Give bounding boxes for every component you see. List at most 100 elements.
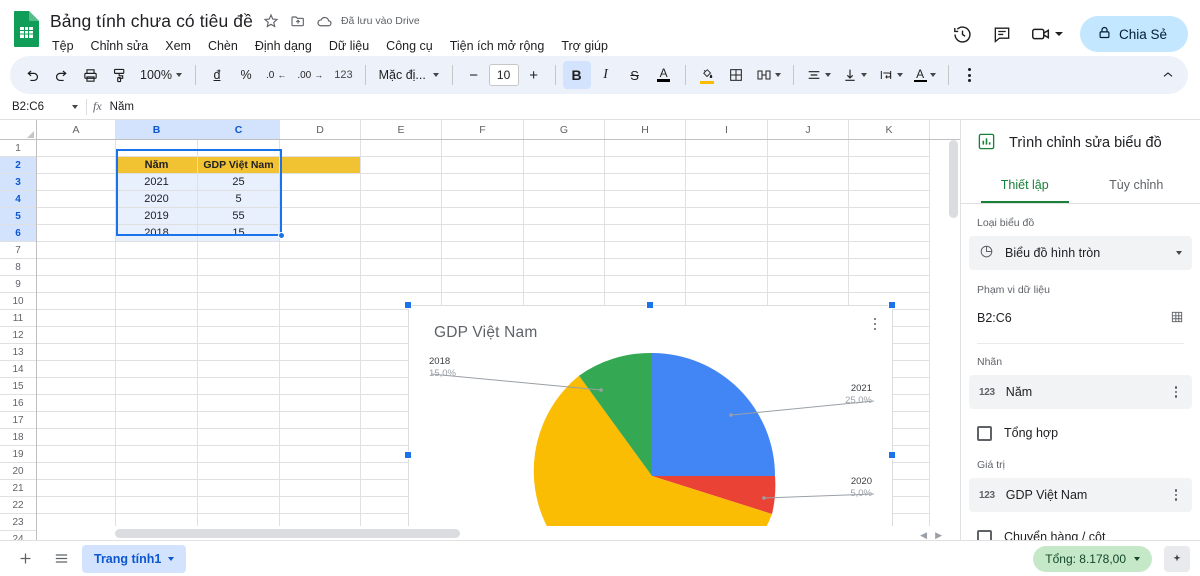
row-header-11[interactable]: 11 — [0, 310, 36, 327]
chart-handle-nw[interactable] — [404, 301, 412, 309]
cell-d14[interactable] — [280, 361, 361, 378]
row-header-9[interactable]: 9 — [0, 276, 36, 293]
menu-item-help[interactable]: Trợ giúp — [559, 38, 610, 54]
cell-d3[interactable] — [280, 174, 361, 191]
formula-input[interactable]: Năm — [110, 101, 1200, 113]
cell-k4[interactable] — [849, 191, 930, 208]
cell-c22[interactable] — [198, 497, 280, 514]
cell-c18[interactable] — [198, 429, 280, 446]
strikethrough-button[interactable]: S — [621, 61, 649, 89]
cell-c5[interactable]: 55 — [198, 208, 280, 225]
cell-b22[interactable] — [116, 497, 198, 514]
cell-j8[interactable] — [768, 259, 849, 276]
cell-a16[interactable] — [37, 395, 116, 412]
scroll-arrows[interactable]: ◀ ▶ — [920, 530, 942, 540]
cell-b20[interactable] — [116, 463, 198, 480]
horizontal-align-button[interactable] — [801, 61, 836, 89]
values-menu-icon[interactable] — [1170, 489, 1182, 501]
cell-d10[interactable] — [280, 293, 361, 310]
horizontal-scrollbar-thumb[interactable] — [115, 529, 460, 538]
cell-d20[interactable] — [280, 463, 361, 480]
cell-k6[interactable] — [849, 225, 930, 242]
cell-b21[interactable] — [116, 480, 198, 497]
cell-g5[interactable] — [524, 208, 605, 225]
cell-b5[interactable]: 2019 — [116, 208, 198, 225]
more-options-button[interactable] — [956, 61, 984, 89]
font-size-input[interactable]: 10 — [488, 64, 519, 86]
cell-g8[interactable] — [524, 259, 605, 276]
row-header-19[interactable]: 19 — [0, 446, 36, 463]
cell-b13[interactable] — [116, 344, 198, 361]
row-header-17[interactable]: 17 — [0, 412, 36, 429]
cell-d11[interactable] — [280, 310, 361, 327]
cell-c12[interactable] — [198, 327, 280, 344]
cell-b9[interactable] — [116, 276, 198, 293]
labels-menu-icon[interactable] — [1170, 386, 1182, 398]
text-rotation-button[interactable]: A — [909, 61, 941, 89]
cell-b10[interactable] — [116, 293, 198, 310]
pie-slice-2021[interactable] — [652, 353, 775, 476]
cell-h2[interactable] — [605, 157, 686, 174]
cell-a8[interactable] — [37, 259, 116, 276]
cell-c15[interactable] — [198, 378, 280, 395]
cell-d1[interactable] — [280, 140, 361, 157]
cell-h3[interactable] — [605, 174, 686, 191]
row-header-6[interactable]: 6 — [0, 225, 36, 242]
cell-a15[interactable] — [37, 378, 116, 395]
cell-b17[interactable] — [116, 412, 198, 429]
switch-rows-cols-row[interactable]: Chuyển hàng / cột — [961, 523, 1200, 540]
row-header-20[interactable]: 20 — [0, 463, 36, 480]
cell-e1[interactable] — [361, 140, 442, 157]
cell-g2[interactable] — [524, 157, 605, 174]
move-to-folder-icon[interactable] — [289, 12, 307, 30]
row-header-1[interactable]: 1 — [0, 140, 36, 157]
cell-j2[interactable] — [768, 157, 849, 174]
cell-f6[interactable] — [442, 225, 524, 242]
cell-i7[interactable] — [686, 242, 768, 259]
column-header-j[interactable]: J — [768, 120, 849, 139]
cell-e3[interactable] — [361, 174, 442, 191]
font-family-selector[interactable]: Mặc đị... — [373, 61, 445, 89]
merge-cells-button[interactable] — [751, 61, 786, 89]
cell-e9[interactable] — [361, 276, 442, 293]
cell-a6[interactable] — [37, 225, 116, 242]
cell-g7[interactable] — [524, 242, 605, 259]
row-header-24[interactable]: 24 — [0, 531, 36, 541]
chart-handle-ne[interactable] — [888, 301, 896, 309]
cell-h6[interactable] — [605, 225, 686, 242]
data-range-value[interactable]: B2:C6 — [977, 311, 1012, 325]
cell-f3[interactable] — [442, 174, 524, 191]
cell-a13[interactable] — [37, 344, 116, 361]
vertical-scrollbar-thumb[interactable] — [949, 140, 958, 218]
cell-b15[interactable] — [116, 378, 198, 395]
menu-item-tools[interactable]: Công cụ — [384, 38, 435, 54]
cell-j1[interactable] — [768, 140, 849, 157]
cell-b18[interactable] — [116, 429, 198, 446]
column-header-k[interactable]: K — [849, 120, 930, 139]
column-header-d[interactable]: D — [280, 120, 361, 139]
cell-e7[interactable] — [361, 242, 442, 259]
comment-icon[interactable] — [991, 23, 1013, 45]
chevron-down-icon[interactable] — [168, 556, 175, 561]
select-all-corner[interactable] — [0, 120, 37, 139]
cell-i4[interactable] — [686, 191, 768, 208]
name-box[interactable]: B2:C6 — [6, 101, 84, 113]
vertical-align-button[interactable] — [837, 61, 872, 89]
cell-h5[interactable] — [605, 208, 686, 225]
cell-d5[interactable] — [280, 208, 361, 225]
meet-button[interactable] — [1030, 23, 1063, 45]
zoom-selector[interactable]: 100% — [134, 61, 188, 89]
cell-b19[interactable] — [116, 446, 198, 463]
cell-c2[interactable]: GDP Việt Nam — [198, 157, 280, 174]
text-wrap-button[interactable] — [873, 61, 908, 89]
column-header-f[interactable]: F — [442, 120, 524, 139]
cell-d18[interactable] — [280, 429, 361, 446]
cell-f2[interactable] — [442, 157, 524, 174]
tab-customize[interactable]: Tùy chỉnh — [1081, 166, 1193, 203]
cell-a18[interactable] — [37, 429, 116, 446]
vertical-scrollbar[interactable] — [947, 140, 960, 524]
chevron-down-icon[interactable] — [1054, 32, 1063, 36]
cell-g9[interactable] — [524, 276, 605, 293]
cell-d6[interactable] — [280, 225, 361, 242]
cell-d15[interactable] — [280, 378, 361, 395]
